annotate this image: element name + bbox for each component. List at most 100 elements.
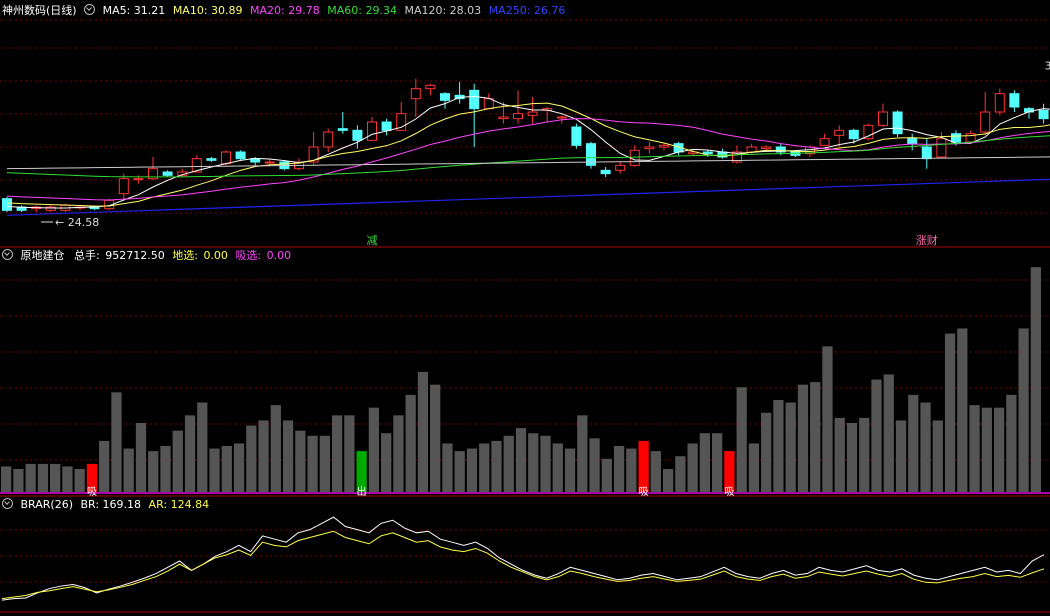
candle-body [133, 178, 144, 181]
volume-bar [748, 443, 760, 492]
candle-body [513, 113, 523, 120]
signal-label: 减 [367, 234, 378, 247]
volume-bar [699, 433, 711, 492]
candle-body [352, 129, 363, 141]
volume-bar [736, 387, 747, 492]
volume-bar [797, 384, 809, 492]
volume-bar [233, 443, 245, 492]
annotations: 34.98 ← 24.58 减 涨财 [41, 59, 1050, 247]
settings-toggle-icon[interactable] [84, 4, 96, 15]
volume-marker-label: 吸 [639, 487, 649, 498]
candle-body [980, 111, 991, 133]
volume-bar [712, 433, 723, 492]
brar-lines [1, 516, 1045, 601]
candle-body [936, 138, 947, 158]
volume-bar [846, 423, 858, 492]
candle-body [381, 121, 392, 131]
br-label: BR: 169.18 [80, 498, 142, 511]
ma120-label: MA120: 28.03 [404, 4, 482, 17]
volume-bar [785, 402, 796, 492]
candle-body [206, 158, 217, 161]
volume-bar [295, 430, 306, 492]
candle-body [892, 111, 903, 135]
candle-body [834, 129, 845, 136]
signal-label: 涨财 [916, 233, 938, 247]
volume-bar [381, 433, 392, 492]
ma60-label: MA60: 29.34 [327, 4, 397, 17]
brar-name: BRAR(26) [20, 498, 74, 511]
candle-body [469, 89, 480, 110]
ma60-line [6, 135, 1050, 178]
volume-bar [331, 415, 343, 492]
candle-body [221, 151, 231, 165]
low-price-label: ← 24.58 [55, 216, 99, 229]
ma120-line [6, 156, 1050, 170]
volume-bar [417, 371, 429, 492]
volume-bar [442, 443, 453, 492]
xx-value: 0.00 [266, 249, 292, 262]
candle-body [1009, 93, 1020, 108]
candle-body [425, 84, 436, 90]
volume-marker-label: 吸 [87, 487, 97, 498]
volume-bar [503, 435, 514, 492]
ar-label: AR: 124.84 [148, 498, 210, 511]
volume-bar [883, 374, 894, 492]
settings-toggle-icon[interactable] [2, 249, 13, 260]
volume-bar [25, 463, 36, 492]
settings-toggle-icon[interactable] [2, 498, 13, 509]
candle-body [264, 161, 275, 164]
volume-bar [650, 451, 661, 492]
candle-body [235, 151, 246, 160]
candle-body [615, 164, 626, 171]
candle-body [702, 151, 713, 155]
volume-bar [1030, 267, 1041, 492]
volume-bar [761, 412, 772, 492]
volume-panel-header: 原地建仓 总手: 952712.50 地选: 0.00 吸选: 0.00 [2, 249, 295, 263]
candle-body [644, 146, 655, 150]
volume-bar [62, 466, 73, 492]
volume-bar [1018, 328, 1029, 492]
volume-bar [344, 415, 355, 492]
volume-bar [270, 405, 281, 492]
stock-title: 神州数码(日线) [2, 4, 77, 17]
main-panel-header: 神州数码(日线) MA5: 31.21 MA10: 30.89 MA20: 29… [2, 4, 569, 18]
volume-bar [552, 443, 563, 492]
high-price-label: 34.98 [1045, 59, 1050, 72]
candle-body [367, 121, 377, 141]
volume-bar [675, 456, 686, 492]
candle-body [323, 131, 334, 148]
volume-bar [393, 415, 404, 492]
volume-bar [111, 392, 122, 492]
volume-bar [773, 400, 784, 492]
volume-bar [589, 438, 600, 492]
volume-bars: 吸出吸吸 [0, 267, 1050, 498]
candle-body [848, 129, 859, 140]
volume-bar [944, 333, 956, 492]
candle-body [819, 138, 830, 146]
ma10-label: MA10: 30.89 [172, 4, 243, 17]
volume-bar [368, 407, 380, 492]
volume-bar [834, 417, 845, 492]
volume-marker-label: 出 [357, 485, 367, 498]
volume-bar [662, 469, 674, 492]
volume-bar [209, 448, 220, 492]
volume-bar [626, 448, 637, 492]
volume-bar [74, 469, 85, 492]
candle-body [337, 128, 348, 131]
candle-body [863, 124, 874, 140]
chart-canvas[interactable]: 吸 出 吸 吸 34.98 ← 24.58 减 涨财 [0, 0, 1050, 616]
candle-body [440, 93, 450, 101]
volume-bar [638, 440, 649, 492]
volume-bar [197, 402, 208, 492]
volume-bar [993, 407, 1005, 492]
volume-bar [50, 463, 61, 492]
volume-bar [895, 420, 907, 492]
volume-bar [724, 451, 735, 492]
volume-bar [123, 448, 134, 492]
volume-bar [871, 379, 882, 492]
candle-body [1038, 109, 1049, 120]
volume-bar [479, 443, 490, 492]
candle-body [629, 149, 640, 166]
volume-bar [466, 448, 478, 492]
candle-body [571, 126, 582, 146]
